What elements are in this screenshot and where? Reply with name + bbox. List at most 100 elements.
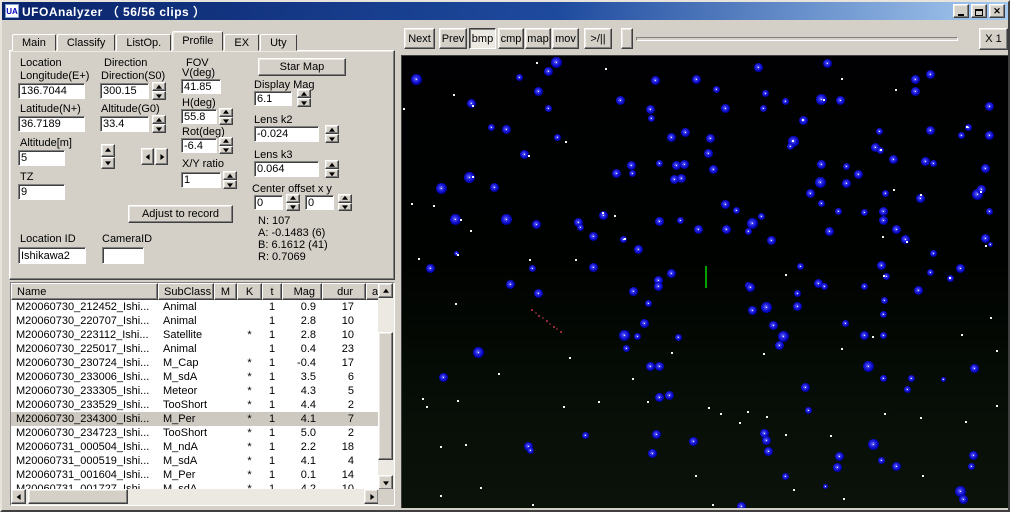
table-row[interactable]: M20060730_220707_Ishi... Animal 1 2.8 10 [11, 314, 380, 328]
column-header-dur[interactable]: dur [322, 283, 366, 300]
spin-down-icon[interactable] [297, 98, 311, 107]
table-row[interactable]: M20060730_230724_Ishi... M_Cap * 1 -0.4 17 [11, 356, 380, 370]
tab-listop[interactable]: ListOp. [116, 34, 172, 51]
display-mag-input[interactable] [254, 91, 292, 106]
maximize-button[interactable] [971, 4, 987, 18]
table-row[interactable]: M20060731_000519_Ishi... M_sdA * 1 4.1 4 [11, 454, 380, 468]
tab-profile[interactable]: Profile [172, 31, 224, 51]
lens-k2-input[interactable] [254, 126, 319, 142]
table-vertical-scrollbar[interactable] [378, 283, 394, 490]
table-row[interactable]: M20060730_233305_Ishi... Meteor * 1 4.3 5 [11, 384, 380, 398]
prev-button[interactable]: Prev [439, 28, 467, 49]
spin-down-icon[interactable] [152, 124, 166, 133]
center-offset-x-input[interactable] [254, 195, 283, 210]
spin-down-icon[interactable] [325, 134, 339, 143]
center-offset-y-input[interactable] [305, 195, 334, 210]
step-right-button[interactable] [155, 148, 168, 165]
column-header-mag[interactable]: Mag [282, 283, 322, 300]
star-map[interactable] [401, 55, 1008, 508]
spin-up-icon[interactable] [101, 144, 115, 157]
title-bar[interactable]: UA UFOAnalyzer （ 56/56 clips ） ✕ [2, 2, 1008, 20]
catalog-star [988, 242, 993, 247]
spin-up-icon[interactable] [297, 89, 311, 98]
catalog-star [805, 407, 812, 414]
xy-ratio-input[interactable] [181, 172, 221, 188]
table-cell: 1 [268, 301, 276, 313]
horizontal-scroll-thumb[interactable] [28, 489, 128, 504]
table-row[interactable]: M20060731_000504_Ishi... M_ndA * 1 2.2 18 [11, 440, 380, 454]
fov-h-input[interactable] [181, 109, 217, 124]
spin-up-icon[interactable] [286, 194, 300, 203]
mode-bmp-button[interactable]: bmp [469, 28, 496, 49]
table-row[interactable]: M20060730_223112_Ishi... Satellite * 1 2.8 10 [11, 328, 380, 342]
spin-down-icon[interactable] [219, 116, 233, 125]
vertical-scroll-thumb[interactable] [378, 332, 393, 460]
spin-up-icon[interactable] [223, 171, 237, 180]
table-horizontal-scrollbar[interactable] [11, 489, 380, 505]
spin-down-icon[interactable] [338, 202, 352, 211]
spin-down-icon[interactable] [286, 202, 300, 211]
location-id-input[interactable] [18, 247, 86, 264]
table-row[interactable]: M20060730_233529_Ishi... TooShort * 1 4.4 2 [11, 398, 380, 412]
spin-up-icon[interactable] [152, 115, 166, 124]
table-row[interactable]: M20060730_225017_Ishi... Animal 1 0.4 23 [11, 342, 380, 356]
fov-v-input[interactable] [181, 79, 221, 94]
table-row[interactable]: M20060731_001727_Ishi... M_sdA * 1 4.2 10 [11, 482, 380, 489]
scroll-left-button[interactable] [11, 489, 26, 504]
spin-down-icon[interactable] [152, 91, 166, 100]
star-map-button[interactable]: Star Map [258, 58, 346, 76]
column-header-t[interactable]: t [262, 283, 282, 300]
spin-up-icon[interactable] [338, 194, 352, 203]
spin-down-icon[interactable] [101, 156, 115, 169]
catalog-star [677, 217, 684, 224]
spin-up-icon[interactable] [152, 82, 166, 91]
spin-up-icon[interactable] [325, 160, 339, 169]
scroll-down-icon [378, 475, 393, 490]
play-pause-button[interactable]: >/|| [584, 28, 612, 49]
scroll-down-button[interactable] [378, 475, 393, 490]
tz-input[interactable] [18, 184, 65, 200]
adjust-to-record-button[interactable]: Adjust to record [128, 205, 233, 223]
close-button[interactable]: ✕ [989, 4, 1005, 18]
table-row[interactable]: M20060731_001604_Ishi... M_Per * 1 0.1 14 [11, 468, 380, 482]
table-row[interactable]: M20060730_233006_Ishi... M_sdA * 1 3.5 6 [11, 370, 380, 384]
mode-mov-button[interactable]: mov [552, 28, 579, 49]
tab-classify[interactable]: Classify [56, 34, 116, 51]
column-header-name[interactable]: Name [11, 283, 158, 300]
table-row[interactable]: M20060730_234300_Ishi... M_Per * 1 4.1 7 [11, 412, 380, 426]
mode-cmp-button[interactable]: cmp [498, 28, 524, 49]
table-cell: M20060730_234300_Ishi... [16, 413, 150, 425]
spin-down-icon[interactable] [325, 169, 339, 178]
next-button[interactable]: Next [404, 28, 435, 49]
latitude-input[interactable] [18, 116, 85, 132]
column-header-m[interactable]: M [214, 283, 237, 300]
fov-rot-input[interactable] [181, 138, 217, 153]
spin-up-icon[interactable] [219, 108, 233, 117]
mode-map-button[interactable]: map [525, 28, 551, 49]
column-header-k[interactable]: K [237, 283, 262, 300]
table-row[interactable]: M20060730_234723_Ishi... TooShort * 1 5.0 2 [11, 426, 380, 440]
step-left-button[interactable] [141, 148, 154, 165]
spin-down-icon[interactable] [219, 145, 233, 154]
camera-id-input[interactable] [102, 247, 144, 264]
altitude-m-input[interactable] [18, 150, 65, 166]
lens-k3-input[interactable] [254, 161, 319, 177]
table-row[interactable]: M20060730_212452_Ishi... Animal 1 0.9 17 [11, 300, 380, 314]
spin-down-icon[interactable] [223, 180, 237, 189]
tab-ex[interactable]: EX [224, 34, 260, 51]
longitude-input[interactable] [18, 83, 85, 99]
frame-slider-track[interactable] [636, 37, 958, 41]
scroll-up-button[interactable] [378, 283, 393, 298]
direction-alt-input[interactable] [100, 116, 149, 132]
scroll-right-button[interactable] [364, 489, 379, 504]
frame-slider-thumb[interactable] [621, 28, 633, 49]
zoom-x1-button[interactable]: X 1 [979, 28, 1008, 50]
spin-up-icon[interactable] [219, 137, 233, 146]
direction-s0-input[interactable] [100, 83, 149, 99]
spin-up-icon[interactable] [325, 125, 339, 134]
column-header-subclass[interactable]: SubClass [158, 283, 214, 300]
tab-uty[interactable]: Uty [260, 34, 297, 51]
catalog-star [818, 200, 825, 207]
tab-main[interactable]: Main [12, 34, 56, 51]
minimize-button[interactable] [953, 4, 969, 18]
